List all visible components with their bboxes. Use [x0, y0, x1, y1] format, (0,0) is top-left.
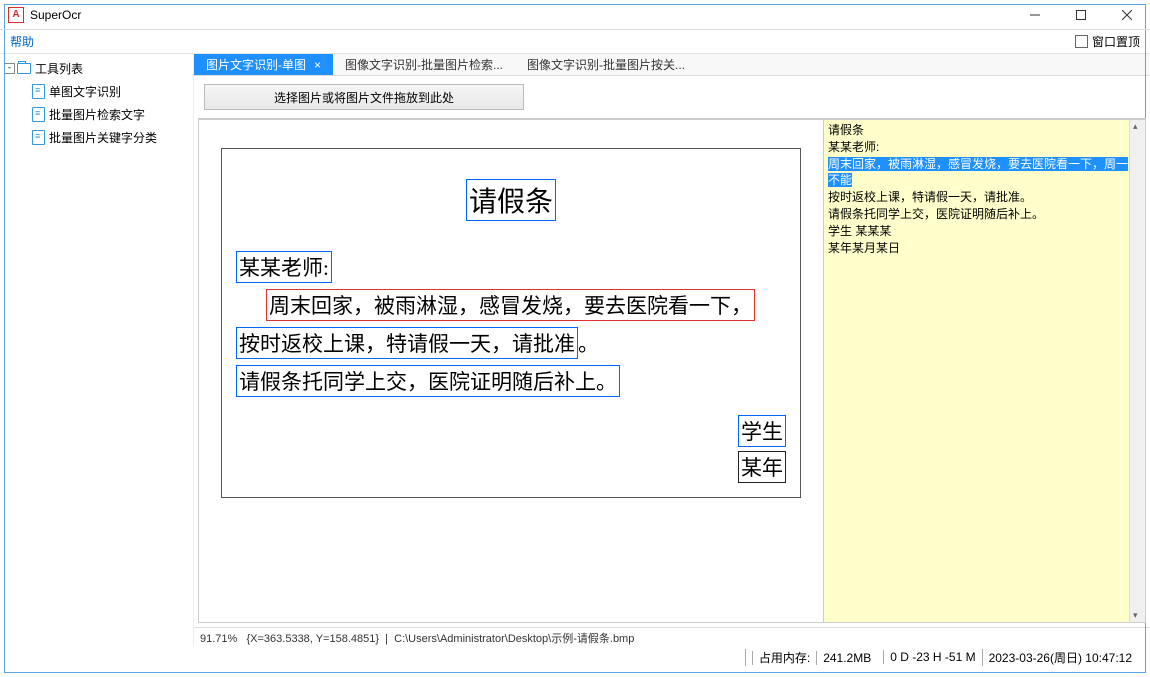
doc-icon — [32, 130, 45, 145]
window-status-bar: 占用内存:241.2MB 0 D -23 H -51 M 2023-03-26(… — [12, 647, 1138, 667]
tab-label: 图像文字识别-批量图片检索... — [345, 56, 503, 73]
titlebar: A SuperOcr — [0, 0, 1150, 30]
tabs: 图片文字识别-单图 × 图像文字识别-批量图片检索... 图像文字识别-批量图片… — [194, 54, 1150, 76]
maximize-button[interactable] — [1058, 0, 1104, 30]
help-menu[interactable]: 帮助 — [10, 33, 34, 50]
doc-icon — [32, 107, 45, 122]
result-line: 按时返校上课，特请假一天，请批准。 — [828, 189, 1129, 206]
select-image-button[interactable]: 选择图片或将图片文件拖放到此处 — [204, 84, 524, 110]
result-line: 学生 某某某 — [828, 223, 1129, 240]
tree-collapse-icon[interactable]: - — [4, 63, 15, 74]
file-path: C:\Users\Administrator\Desktop\示例-请假条.bm… — [394, 633, 634, 645]
sidebar-item-single-ocr[interactable]: 单图文字识别 — [4, 80, 189, 103]
sidebar-item-label: 批量图片关键字分类 — [49, 129, 157, 146]
result-line-selected: 周末回家，被雨淋湿，感冒发烧，要去医院看一下，周一不能 — [828, 157, 1128, 188]
sidebar-item-batch-search[interactable]: 批量图片检索文字 — [4, 103, 189, 126]
ocr-box-selected: 周末回家，被雨淋湿，感冒发烧，要去医院看一下， — [266, 289, 755, 321]
app-title: SuperOcr — [30, 8, 81, 22]
minimize-button[interactable] — [1012, 0, 1058, 30]
content-area: 图片文字识别-单图 × 图像文字识别-批量图片检索... 图像文字识别-批量图片… — [193, 54, 1150, 647]
upload-label: 选择图片或将图片文件拖放到此处 — [274, 89, 454, 106]
workspace: 请假条 某某老师: 周末回家，被雨淋湿，感冒发烧，要去医院看一下， 按时返校上课… — [198, 118, 1146, 623]
image-status-bar: 91.71% {X=363.5338, Y=158.4851} | C:\Use… — [194, 627, 1150, 647]
memory-usage: 占用内存:241.2MB — [745, 649, 883, 666]
ocr-box: 按时返校上课，特请假一天，请批准 — [236, 327, 578, 359]
sidebar-item-label: 批量图片检索文字 — [49, 106, 145, 123]
app-icon: A — [8, 7, 24, 23]
datetime: 2023-03-26(周日) 10:47:12 — [982, 649, 1138, 666]
document-image: 请假条 某某老师: 周末回家，被雨淋湿，感冒发烧，要去医院看一下， 按时返校上课… — [221, 148, 801, 498]
countdown: 0 D -23 H -51 M — [883, 650, 981, 664]
result-line: 请假条托同学上交，医院证明随后补上。 — [828, 206, 1129, 223]
cursor-coords: {X=363.5338, Y=158.4851} — [246, 633, 379, 645]
result-line: 请假条 — [828, 122, 1129, 139]
ocr-box: 某年 — [738, 451, 786, 483]
result-text-pane[interactable]: 请假条 某某老师: 周末回家，被雨淋湿，感冒发烧，要去医院看一下，周一不能 按时… — [824, 119, 1146, 623]
tab-single-ocr[interactable]: 图片文字识别-单图 × — [194, 54, 333, 75]
folder-icon — [17, 63, 31, 74]
tab-batch-keyword[interactable]: 图像文字识别-批量图片按关... — [515, 54, 697, 75]
zoom-level: 91.71% — [200, 633, 237, 645]
ocr-box: 某某老师: — [236, 251, 332, 283]
doc-icon — [32, 84, 45, 99]
sidebar-item-label: 单图文字识别 — [49, 83, 121, 100]
tree-root-label: 工具列表 — [35, 60, 83, 77]
tab-label: 图片文字识别-单图 — [206, 56, 306, 73]
tab-batch-search[interactable]: 图像文字识别-批量图片检索... — [333, 54, 515, 75]
close-button[interactable] — [1104, 0, 1150, 30]
ocr-box: 请假条 — [466, 179, 556, 221]
ocr-box: 请假条托同学上交，医院证明随后补上。 — [236, 365, 620, 397]
close-icon[interactable]: × — [314, 58, 321, 72]
scrollbar[interactable] — [1129, 120, 1145, 622]
image-preview-pane[interactable]: 请假条 某某老师: 周末回家，被雨淋湿，感冒发烧，要去医院看一下， 按时返校上课… — [198, 119, 824, 623]
tree-root[interactable]: - 工具列表 — [4, 60, 189, 77]
tab-label: 图像文字识别-批量图片按关... — [527, 56, 685, 73]
result-line: 某年某月某日 — [828, 240, 1129, 257]
sidebar: - 工具列表 单图文字识别 批量图片检索文字 批量图片关键字分类 — [0, 54, 193, 647]
result-line: 某某老师: — [828, 139, 1129, 156]
menubar: 帮助 窗口置顶 — [0, 30, 1150, 54]
pin-checkbox[interactable] — [1075, 35, 1088, 48]
sidebar-item-batch-keyword[interactable]: 批量图片关键字分类 — [4, 126, 189, 149]
pin-label: 窗口置顶 — [1092, 33, 1140, 50]
ocr-box: 学生 — [738, 415, 786, 447]
